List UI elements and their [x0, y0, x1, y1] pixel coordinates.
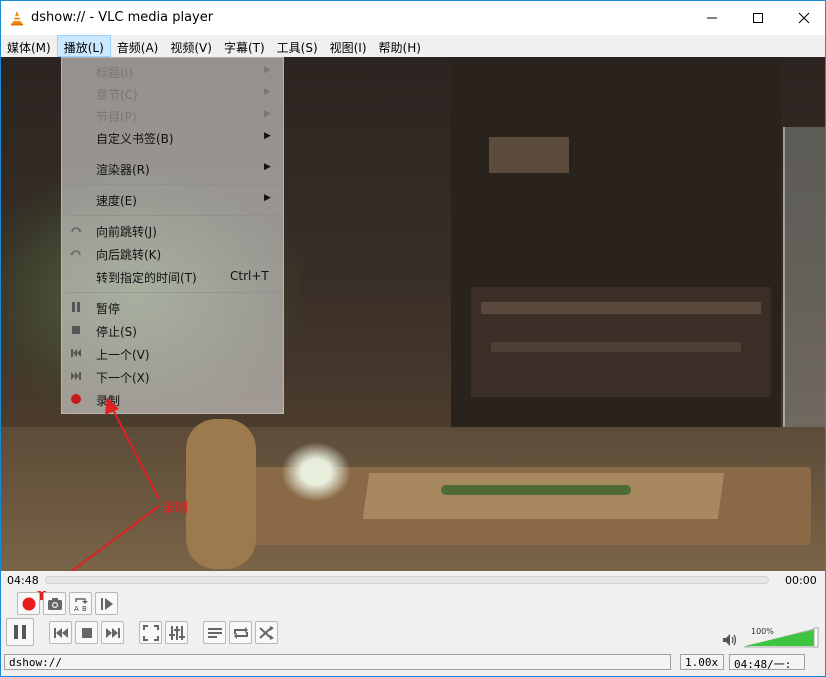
- frame-by-frame-button[interactable]: [95, 592, 118, 615]
- annotation-arrow-up: [110, 405, 160, 500]
- previous-button[interactable]: [49, 621, 72, 644]
- ab-loop-icon: AB: [74, 597, 88, 612]
- stop-icon: [81, 627, 92, 638]
- status-bar: dshow:// 1.00x 04:48/一:一: [1, 651, 825, 677]
- fullscreen-button[interactable]: [139, 621, 162, 644]
- vlc-window: dshow:// - VLC media player 媒体(M) 播放(L) …: [0, 0, 826, 677]
- playback-speed[interactable]: 1.00x: [680, 654, 724, 670]
- camera-icon: [47, 597, 62, 610]
- fullscreen-icon: [142, 624, 159, 641]
- playlist-icon: [207, 627, 222, 638]
- previous-icon: [53, 627, 68, 638]
- svg-text:B: B: [82, 605, 87, 612]
- speaker-icon[interactable]: [722, 633, 738, 647]
- status-time[interactable]: 04:48/一:一: [729, 654, 805, 677]
- ab-loop-button[interactable]: AB: [69, 592, 92, 615]
- record-icon: [22, 597, 35, 610]
- loop-icon: [233, 626, 248, 639]
- playlist-button[interactable]: [203, 621, 226, 644]
- shuffle-icon: [258, 625, 274, 640]
- svg-text:A: A: [74, 605, 79, 612]
- volume-percent: 100%: [751, 627, 774, 636]
- shuffle-button[interactable]: [255, 621, 278, 644]
- seek-slider[interactable]: [45, 576, 769, 584]
- extended-settings-button[interactable]: [165, 621, 188, 644]
- next-button[interactable]: [101, 621, 124, 644]
- equalizer-icon: [168, 625, 185, 640]
- record-button[interactable]: [17, 592, 40, 615]
- snapshot-button[interactable]: [43, 592, 66, 615]
- pause-icon: [14, 625, 26, 639]
- remaining-time: 00:00: [785, 574, 817, 587]
- seek-row: 04:48 00:00: [1, 571, 825, 591]
- annotation-arrowhead-up: [105, 397, 119, 415]
- elapsed-time: 04:48: [7, 574, 39, 587]
- status-media: dshow://: [4, 654, 671, 670]
- next-icon: [105, 627, 120, 638]
- frame-step-icon: [100, 597, 113, 610]
- annotation-label: 录制: [162, 501, 189, 516]
- pause-button[interactable]: [6, 618, 34, 646]
- loop-button[interactable]: [229, 621, 252, 644]
- stop-button[interactable]: [75, 621, 98, 644]
